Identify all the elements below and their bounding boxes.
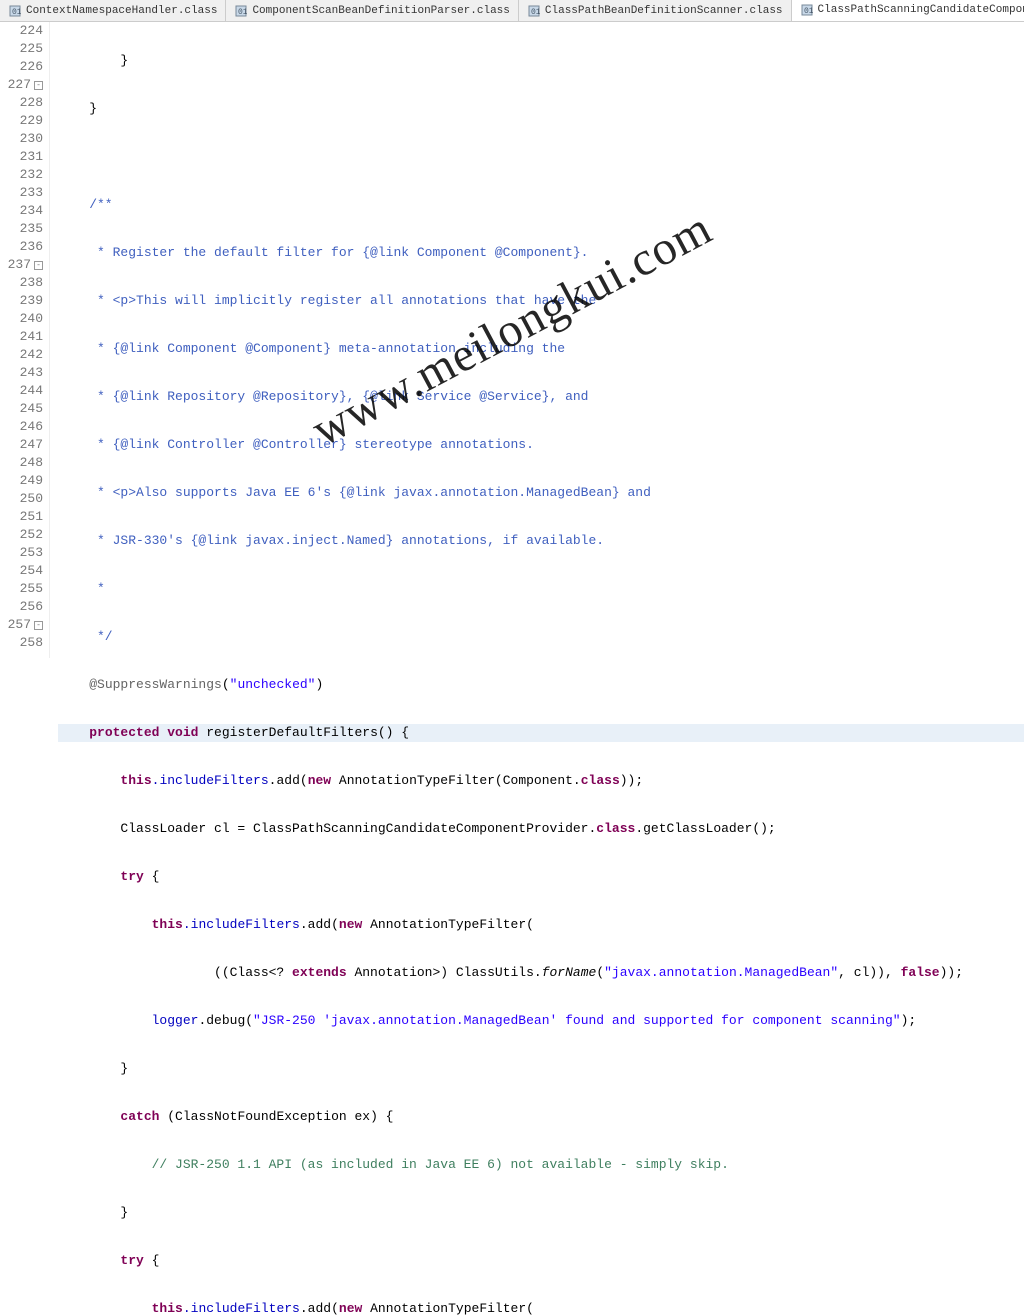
code-line: try {: [58, 1252, 1024, 1270]
line-number: 244: [0, 382, 43, 400]
code-line: this.includeFilters.add(new AnnotationTy…: [58, 1300, 1024, 1316]
line-number-gutter: 224 225 226 227- 228 229 230 231 232 233…: [0, 22, 50, 658]
line-number: 241: [0, 328, 43, 346]
line-number: 237-: [0, 256, 43, 274]
line-number: 224: [0, 22, 43, 40]
code-line: logger.debug("JSR-250 'javax.annotation.…: [58, 1012, 1024, 1030]
code-line: ClassLoader cl = ClassPathScanningCandid…: [58, 820, 1024, 838]
svg-text:01: 01: [804, 7, 813, 16]
line-number: 251: [0, 508, 43, 526]
line-number: 233: [0, 184, 43, 202]
code-editor: 224 225 226 227- 228 229 230 231 232 233…: [0, 22, 1024, 658]
editor-tab-bar: 01 ContextNamespaceHandler.class 01 Comp…: [0, 0, 1024, 22]
line-number: 231: [0, 148, 43, 166]
tab-context-namespace-handler[interactable]: 01 ContextNamespaceHandler.class: [0, 0, 226, 21]
line-number: 234: [0, 202, 43, 220]
line-number: 253: [0, 544, 43, 562]
tab-classpath-scanning-provider[interactable]: 01 ClassPathScanningCandidateComponentPr…: [792, 0, 1024, 21]
tab-classpath-scanner[interactable]: 01 ClassPathBeanDefinitionScanner.class: [519, 0, 792, 21]
svg-text:01: 01: [238, 8, 247, 17]
line-number: 254: [0, 562, 43, 580]
code-line: ((Class<? extends Annotation>) ClassUtil…: [58, 964, 1024, 982]
class-file-icon: 01: [800, 3, 814, 17]
fold-icon[interactable]: -: [34, 621, 43, 630]
code-line: this.includeFilters.add(new AnnotationTy…: [58, 916, 1024, 934]
line-number: 258: [0, 634, 43, 652]
class-file-icon: 01: [8, 4, 22, 18]
tab-label: ComponentScanBeanDefinitionParser.class: [252, 5, 509, 17]
class-file-icon: 01: [527, 4, 541, 18]
line-number: 232: [0, 166, 43, 184]
line-number: 229: [0, 112, 43, 130]
code-line: * Register the default filter for {@link…: [58, 244, 1024, 262]
line-number: 250: [0, 490, 43, 508]
line-number: 238: [0, 274, 43, 292]
fold-icon[interactable]: -: [34, 261, 43, 270]
code-line-highlighted: protected void registerDefaultFilters() …: [58, 724, 1024, 742]
tab-label: ContextNamespaceHandler.class: [26, 5, 217, 17]
line-number: 257-: [0, 616, 43, 634]
code-line: }: [58, 1060, 1024, 1078]
line-number: 247: [0, 436, 43, 454]
code-line: catch (ClassNotFoundException ex) {: [58, 1108, 1024, 1126]
tab-label: ClassPathScanningCandidateComponentProvi…: [818, 4, 1024, 16]
tab-label: ClassPathBeanDefinitionScanner.class: [545, 5, 783, 17]
line-number: 242: [0, 346, 43, 364]
line-number: 246: [0, 418, 43, 436]
line-number: 248: [0, 454, 43, 472]
code-line: @SuppressWarnings("unchecked"): [58, 676, 1024, 694]
line-number: 245: [0, 400, 43, 418]
svg-text:01: 01: [531, 8, 540, 17]
code-line: * {@link Repository @Repository}, {@link…: [58, 388, 1024, 406]
line-number: 227-: [0, 76, 43, 94]
code-line: this.includeFilters.add(new AnnotationTy…: [58, 772, 1024, 790]
code-line: * <p>Also supports Java EE 6's {@link ja…: [58, 484, 1024, 502]
line-number: 236: [0, 238, 43, 256]
svg-text:01: 01: [12, 8, 21, 17]
code-line: [58, 148, 1024, 166]
code-line: * <p>This will implicitly register all a…: [58, 292, 1024, 310]
code-line: try {: [58, 868, 1024, 886]
line-number: 226: [0, 58, 43, 76]
line-number: 252: [0, 526, 43, 544]
class-file-icon: 01: [234, 4, 248, 18]
code-line: * JSR-330's {@link javax.inject.Named} a…: [58, 532, 1024, 550]
line-number: 225: [0, 40, 43, 58]
line-number: 228: [0, 94, 43, 112]
line-number: 243: [0, 364, 43, 382]
code-line: * {@link Component @Component} meta-anno…: [58, 340, 1024, 358]
line-number: 249: [0, 472, 43, 490]
code-line: }: [58, 52, 1024, 70]
line-number: 256: [0, 598, 43, 616]
code-line: /**: [58, 196, 1024, 214]
line-number: 239: [0, 292, 43, 310]
code-line: * {@link Controller @Controller} stereot…: [58, 436, 1024, 454]
fold-icon[interactable]: -: [34, 81, 43, 90]
code-line: */: [58, 628, 1024, 646]
tab-component-scan-parser[interactable]: 01 ComponentScanBeanDefinitionParser.cla…: [226, 0, 518, 21]
code-line: }: [58, 1204, 1024, 1222]
line-number: 235: [0, 220, 43, 238]
line-number: 255: [0, 580, 43, 598]
line-number: 240: [0, 310, 43, 328]
line-number: 230: [0, 130, 43, 148]
code-line: // JSR-250 1.1 API (as included in Java …: [58, 1156, 1024, 1174]
code-line: }: [58, 100, 1024, 118]
code-area[interactable]: } } /** * Register the default filter fo…: [50, 22, 1024, 658]
code-line: *: [58, 580, 1024, 598]
